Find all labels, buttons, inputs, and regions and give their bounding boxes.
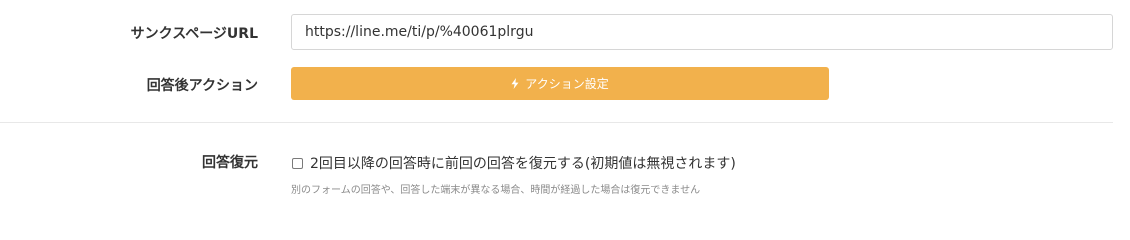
post-answer-action-label: 回答後アクション bbox=[146, 78, 258, 94]
action-settings-button-label: アクション設定 bbox=[525, 77, 609, 91]
restore-help-text: 別のフォームの回答や、回答した端末が異なる場合、時間が経過した場合は復元できませ… bbox=[291, 185, 701, 196]
thanks-page-url-input[interactable] bbox=[291, 14, 1113, 50]
thanks-page-url-label: サンクスページURL bbox=[130, 26, 258, 42]
restore-checkbox-row[interactable]: 2回目以降の回答時に前回の回答を復元する(初期値は無視されます) bbox=[292, 153, 736, 173]
section-divider bbox=[0, 122, 1113, 123]
restore-checkbox-label[interactable]: 2回目以降の回答時に前回の回答を復元する(初期値は無視されます) bbox=[310, 153, 736, 173]
restore-checkbox[interactable] bbox=[292, 157, 303, 169]
answer-restore-label: 回答復元 bbox=[202, 155, 258, 171]
action-settings-button[interactable]: アクション設定 bbox=[291, 67, 829, 100]
lightning-bolt-icon bbox=[511, 78, 519, 89]
